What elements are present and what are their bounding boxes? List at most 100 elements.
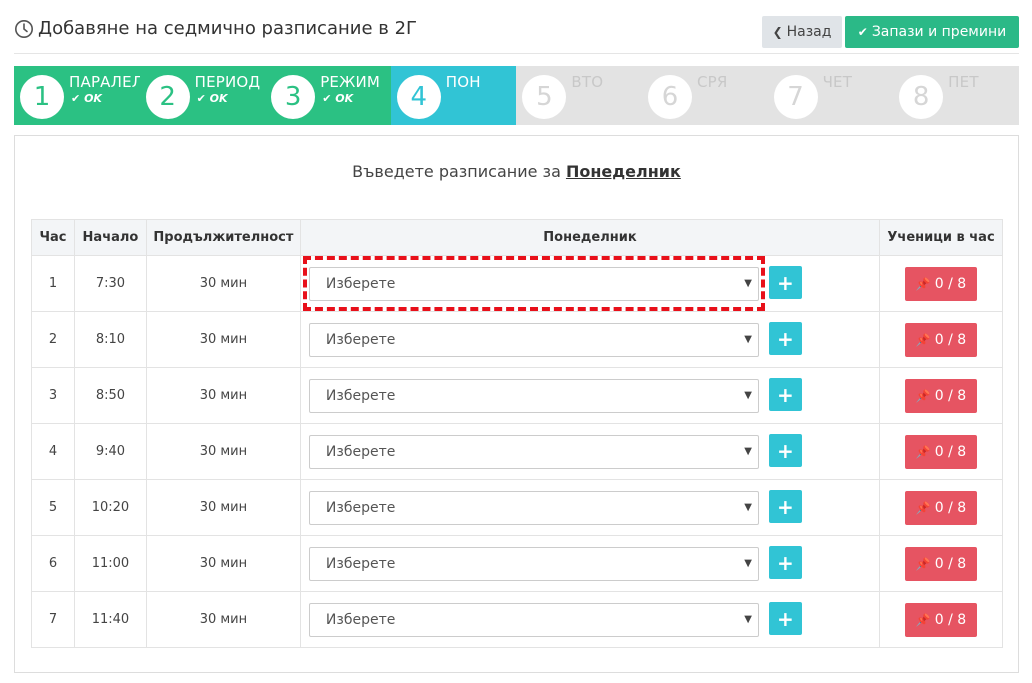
clock-icon	[15, 19, 33, 38]
students-count: 0 / 8	[934, 499, 967, 516]
cell-start: 11:40	[73, 591, 147, 648]
caret-down-icon: ▼	[744, 278, 752, 289]
subject-select-value: Изберете	[325, 612, 396, 628]
wizard-step-8[interactable]: 8 ПЕТ	[893, 66, 1019, 125]
cell-start: 9:40	[73, 423, 147, 480]
add-subject-button[interactable]: +	[768, 490, 802, 523]
add-subject-button[interactable]: +	[768, 602, 802, 635]
cell-duration: 30 мин	[145, 311, 301, 368]
students-count: 0 / 8	[934, 443, 967, 460]
pin-icon: 📌	[915, 500, 931, 515]
check-icon: ✔	[196, 92, 206, 105]
add-subject-button[interactable]: +	[768, 322, 802, 355]
back-button[interactable]: ❮ Назад	[762, 16, 842, 48]
schedule-prompt: Въведете разписание за Понеделник	[15, 162, 1018, 181]
cell-start: 11:00	[73, 535, 147, 592]
cell-hour: 7	[31, 591, 75, 648]
table-row: 5 10:20 30 мин Изберете ▼ + 📌 0 / 8	[31, 479, 1003, 536]
step-number: 5	[522, 75, 567, 119]
subject-select[interactable]: Изберете ▼	[308, 323, 759, 357]
students-count: 0 / 8	[934, 387, 967, 404]
cell-students: 📌 0 / 8	[879, 311, 1003, 368]
subject-select[interactable]: Изберете ▼	[308, 379, 759, 413]
caret-down-icon: ▼	[744, 334, 752, 345]
students-badge[interactable]: 📌 0 / 8	[905, 602, 978, 637]
cell-students: 📌 0 / 8	[879, 423, 1003, 480]
cell-start: 8:50	[73, 367, 147, 424]
wizard-step-5[interactable]: 5 ВТО	[516, 66, 642, 125]
col-header-day: Понеделник	[299, 219, 881, 256]
page-title-wrap: Добавяне на седмично разписание в 2Г	[14, 18, 417, 39]
subject-select-value: Изберете	[325, 556, 396, 572]
cell-hour: 5	[31, 479, 75, 536]
students-badge[interactable]: 📌 0 / 8	[905, 546, 978, 581]
caret-down-icon: ▼	[744, 558, 752, 569]
step-status-text: OK	[209, 92, 228, 105]
subject-select[interactable]: Изберете ▼	[308, 603, 759, 637]
add-subject-button[interactable]: +	[768, 546, 802, 579]
cell-duration: 30 мин	[145, 479, 301, 536]
plus-icon: +	[777, 550, 794, 575]
subject-select[interactable]: Изберете ▼	[308, 547, 759, 581]
wizard-step-6[interactable]: 6 СРЯ	[641, 66, 768, 125]
col-header-hour: Час	[31, 219, 75, 256]
subject-select[interactable]: Изберете ▼	[308, 267, 759, 301]
subject-select[interactable]: Изберете ▼	[308, 491, 759, 525]
step-label: ЧЕТ	[822, 73, 853, 91]
cell-duration: 30 мин	[145, 591, 301, 648]
wizard-step-2[interactable]: 2 ПЕРИОД ✔ OK	[139, 66, 266, 125]
cell-duration: 30 мин	[145, 367, 301, 424]
wizard-step-4[interactable]: 4 ПОН	[390, 66, 517, 125]
step-number: 2	[145, 75, 190, 119]
add-subject-button[interactable]: +	[768, 378, 802, 411]
step-number: 7	[773, 75, 818, 119]
cell-start: 8:10	[73, 311, 147, 368]
plus-icon: +	[777, 270, 794, 295]
students-badge[interactable]: 📌 0 / 8	[905, 266, 978, 301]
wizard-step-7[interactable]: 7 ЧЕТ	[767, 66, 894, 125]
cell-subject: Изберете ▼ +	[299, 255, 881, 312]
students-badge[interactable]: 📌 0 / 8	[905, 322, 978, 357]
schedule-panel: Въведете разписание за Понеделник Час На…	[14, 135, 1019, 673]
caret-down-icon: ▼	[744, 614, 752, 625]
add-subject-button[interactable]: +	[768, 434, 802, 467]
table-header-row: Час Начало Продължителност Понеделник Уч…	[31, 219, 1003, 256]
cell-subject: Изберете ▼ +	[299, 479, 881, 536]
subject-select-value: Изберете	[325, 500, 396, 516]
caret-down-icon: ▼	[744, 446, 752, 457]
step-status-text: OK	[335, 92, 354, 105]
plus-icon: +	[777, 606, 794, 631]
students-badge[interactable]: 📌 0 / 8	[905, 378, 978, 413]
cell-hour: 3	[31, 367, 75, 424]
pin-icon: 📌	[915, 388, 931, 403]
step-label: ПОН	[445, 73, 481, 91]
cell-students: 📌 0 / 8	[879, 367, 1003, 424]
table-row: 4 9:40 30 мин Изберете ▼ + 📌 0 / 8	[31, 423, 1003, 480]
cell-hour: 6	[31, 535, 75, 592]
students-count: 0 / 8	[934, 555, 967, 572]
subject-select-value: Изберете	[325, 444, 396, 460]
subject-select-value: Изберете	[325, 332, 396, 348]
check-icon: ✔	[857, 25, 868, 39]
step-label: РЕЖИМ	[320, 73, 381, 91]
subject-select[interactable]: Изберете ▼	[308, 435, 759, 469]
save-and-continue-button[interactable]: ✔ Запази и премини	[845, 16, 1019, 48]
students-badge[interactable]: 📌 0 / 8	[905, 490, 978, 525]
subject-select-value: Изберете	[325, 388, 396, 404]
cell-students: 📌 0 / 8	[879, 535, 1003, 592]
wizard-steps: 1 ПАРАЛЕЛ ✔ OK 2 ПЕРИОД ✔ OK 3 РЕЖИМ ✔ OK 4 ПОН 5 ВТ…	[14, 66, 1019, 125]
cell-start: 7:30	[73, 255, 147, 312]
students-count: 0 / 8	[934, 331, 967, 348]
step-label: ПЕРИОД	[194, 73, 261, 91]
plus-icon: +	[777, 494, 794, 519]
step-number: 4	[396, 75, 441, 119]
wizard-step-3[interactable]: 3 РЕЖИМ ✔ OK	[265, 66, 391, 125]
step-label: СРЯ	[696, 73, 728, 91]
wizard-step-1[interactable]: 1 ПАРАЛЕЛ ✔ OK	[14, 66, 143, 125]
cell-students: 📌 0 / 8	[879, 479, 1003, 536]
add-subject-button[interactable]: +	[768, 266, 802, 299]
caret-down-icon: ▼	[744, 390, 752, 401]
cell-subject: Изберете ▼ +	[299, 423, 881, 480]
students-badge[interactable]: 📌 0 / 8	[905, 434, 978, 469]
step-status: ✔ OK	[71, 92, 102, 105]
